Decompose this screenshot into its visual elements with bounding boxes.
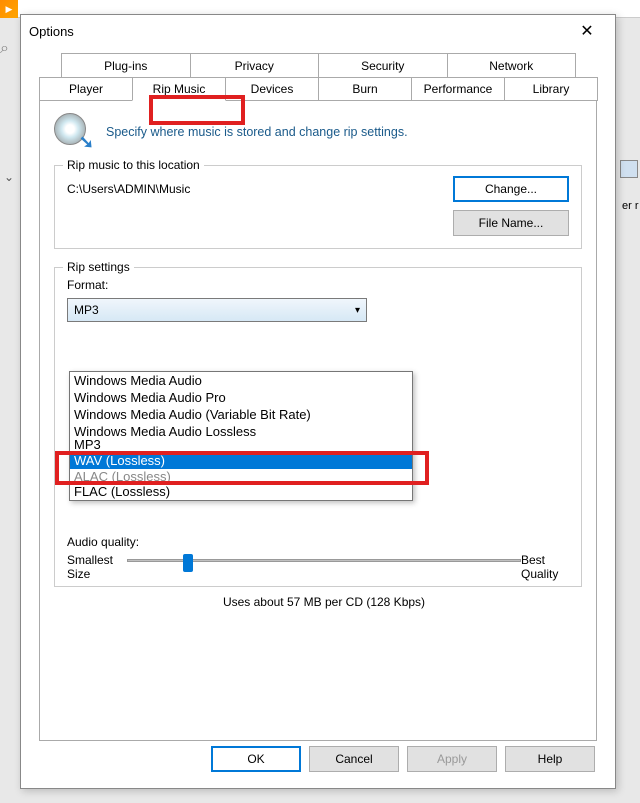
cd-rip-icon: ➘ bbox=[54, 113, 92, 151]
tab-plugins[interactable]: Plug-ins bbox=[61, 53, 191, 77]
bg-right-text: er r bbox=[622, 200, 640, 212]
format-option-mp3[interactable]: MP3 bbox=[70, 440, 412, 452]
header-text: Specify where music is stored and change… bbox=[106, 125, 408, 139]
tab-player[interactable]: Player bbox=[39, 77, 133, 101]
change-button[interactable]: Change... bbox=[453, 176, 569, 202]
slider-label-best: Best Quality bbox=[521, 553, 581, 581]
options-dialog: Options ✕ Plug-ins Privacy Security Netw… bbox=[20, 14, 616, 789]
bg-search-icon: ⌕ bbox=[0, 40, 22, 58]
tab-devices[interactable]: Devices bbox=[225, 77, 319, 101]
format-option-flac[interactable]: FLAC (Lossless) bbox=[70, 483, 412, 500]
header-row: ➘ Specify where music is stored and chan… bbox=[54, 113, 582, 151]
slider-label-smallest: Smallest Size bbox=[67, 553, 127, 581]
tab-network[interactable]: Network bbox=[447, 53, 577, 77]
format-option-wma-vbr[interactable]: Windows Media Audio (Variable Bit Rate) bbox=[70, 406, 412, 423]
format-combobox[interactable]: MP3 ▾ bbox=[67, 298, 367, 322]
cancel-button[interactable]: Cancel bbox=[309, 746, 399, 772]
quality-slider[interactable] bbox=[127, 559, 521, 562]
format-option-wma[interactable]: Windows Media Audio bbox=[70, 372, 412, 389]
wmp-app-icon bbox=[0, 0, 18, 18]
bg-chevron-icon: ⌄ bbox=[4, 170, 14, 184]
ok-button[interactable]: OK bbox=[211, 746, 301, 772]
tab-burn[interactable]: Burn bbox=[318, 77, 412, 101]
format-option-wav[interactable]: WAV (Lossless) bbox=[70, 452, 412, 469]
close-button[interactable]: ✕ bbox=[567, 21, 607, 41]
format-label: Format: bbox=[67, 278, 569, 292]
dialog-buttons: OK Cancel Apply Help bbox=[211, 746, 595, 772]
chevron-down-icon: ▾ bbox=[355, 305, 360, 316]
location-fieldset: Rip music to this location C:\Users\ADMI… bbox=[54, 165, 582, 249]
format-option-wma-pro[interactable]: Windows Media Audio Pro bbox=[70, 389, 412, 406]
apply-button[interactable]: Apply bbox=[407, 746, 497, 772]
audio-quality-section: Audio quality: Smallest Size Best Qualit… bbox=[67, 535, 581, 609]
titlebar: Options ✕ bbox=[21, 15, 615, 47]
format-dropdown[interactable]: Windows Media Audio Windows Media Audio … bbox=[69, 371, 413, 501]
format-selected-value: MP3 bbox=[74, 303, 99, 317]
location-path: C:\Users\ADMIN\Music bbox=[67, 176, 453, 196]
tab-security[interactable]: Security bbox=[318, 53, 448, 77]
tab-library[interactable]: Library bbox=[504, 77, 598, 101]
tab-performance[interactable]: Performance bbox=[411, 77, 505, 101]
format-option-wma-lossless[interactable]: Windows Media Audio Lossless bbox=[70, 423, 412, 440]
filename-button[interactable]: File Name... bbox=[453, 210, 569, 236]
dialog-title: Options bbox=[29, 24, 567, 39]
tab-rip-music[interactable]: Rip Music bbox=[132, 77, 226, 101]
slider-thumb[interactable] bbox=[183, 554, 193, 572]
location-legend: Rip music to this location bbox=[63, 158, 204, 172]
help-button[interactable]: Help bbox=[505, 746, 595, 772]
format-option-alac[interactable]: ALAC (Lossless) bbox=[70, 469, 412, 483]
bg-right-icon bbox=[620, 160, 638, 178]
tab-privacy[interactable]: Privacy bbox=[190, 53, 320, 77]
audio-quality-label: Audio quality: bbox=[67, 535, 581, 549]
rip-settings-legend: Rip settings bbox=[63, 260, 134, 274]
slider-caption: Uses about 57 MB per CD (128 Kbps) bbox=[67, 595, 581, 609]
tabs-area: Plug-ins Privacy Security Network Player… bbox=[21, 47, 615, 101]
